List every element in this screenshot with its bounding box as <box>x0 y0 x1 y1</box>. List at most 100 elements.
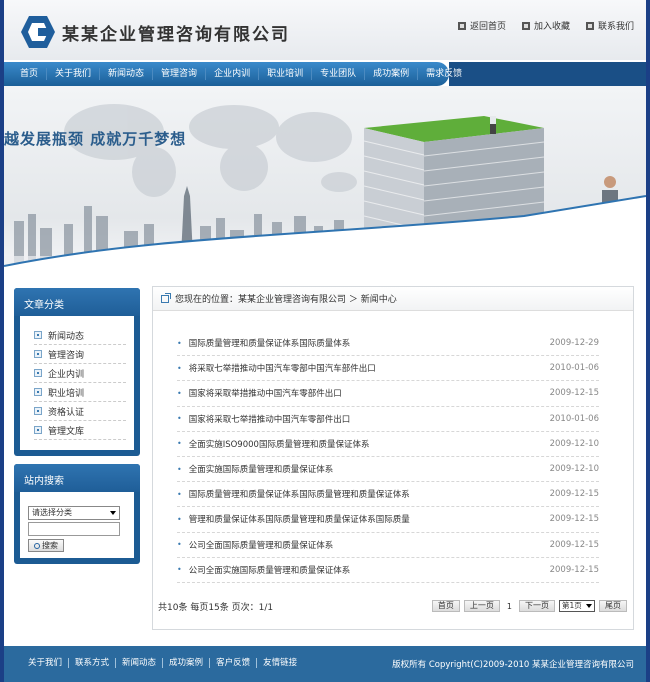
category-body: 新闻动态 管理咨询 企业内训 职业培训 资格认证 管理文库 <box>20 316 134 450</box>
news-date: 2010-01-06 <box>549 413 599 424</box>
news-list: 国际质量管理和质量保证体系国际质量体系 2009-12-29 将采取七举措推动中国… <box>177 331 599 583</box>
next-page-button[interactable]: 下一页 <box>519 600 555 612</box>
nav-item-team[interactable]: 专业团队 <box>312 68 366 80</box>
header: 某某企业管理咨询有限公司 返回首页 加入收藏 联系我们 <box>4 0 646 60</box>
news-date: 2009-12-15 <box>549 539 599 550</box>
bookmark-link[interactable]: 加入收藏 <box>521 19 570 32</box>
location-icon <box>161 292 171 303</box>
news-row[interactable]: 全面实施ISO9000国际质量管理和质量保证体系 2009-12-10 <box>177 432 599 457</box>
search-button[interactable]: 搜索 <box>28 539 64 552</box>
main-nav: 首页 关于我们 新闻动态 管理咨询 企业内训 职业培训 专业团队 成功案例 需求… <box>12 62 470 86</box>
news-panel: 您现在的位置：某某企业管理咨询有限公司 ＞ 新闻中心 国际质量管理和质量保证体系… <box>152 286 634 630</box>
search-title: 站内搜索 <box>14 464 140 492</box>
news-row[interactable]: 全面实施国际质量管理和质量保证体系 2009-12-10 <box>177 457 599 483</box>
news-row[interactable]: 管理和质量保证体系国际质量管理和质量保证体系国际质量 2009-12-15 <box>177 507 599 533</box>
pagination-info: 共10条 每页15条 页次：1/1 <box>158 603 274 613</box>
breadcrumb-path[interactable]: 某某企业管理咨询有限公司 ＞ 新闻中心 <box>238 292 397 305</box>
news-title[interactable]: 全面实施ISO9000国际质量管理和质量保证体系 <box>177 438 370 450</box>
news-title[interactable]: 国际质量管理和质量保证体系国际质量体系 <box>177 337 351 349</box>
news-date: 2009-12-10 <box>549 464 599 475</box>
news-title[interactable]: 公司全面实施国际质量管理和质量保证体系 <box>177 564 351 576</box>
bookmark-icon <box>521 21 530 30</box>
news-date: 2009-12-15 <box>549 388 599 399</box>
nav-item-feedback[interactable]: 需求反馈 <box>418 68 470 80</box>
footer-link-news[interactable]: 新闻动态 <box>116 658 164 668</box>
news-row[interactable]: 国际质量管理和质量保证体系国际质量管理和质量保证体系 2009-12-15 <box>177 482 599 508</box>
search-icon <box>34 542 40 549</box>
bullet-icon <box>34 407 42 415</box>
nav-item-home[interactable]: 首页 <box>12 68 48 80</box>
footer-link-cases[interactable]: 成功案例 <box>163 658 211 668</box>
news-row[interactable]: 公司全面国际质量管理和质量保证体系 2009-12-15 <box>177 533 599 558</box>
news-title[interactable]: 管理和质量保证体系国际质量管理和质量保证体系国际质量 <box>177 513 410 525</box>
nav-item-cases[interactable]: 成功案例 <box>365 68 419 80</box>
news-row[interactable]: 国家将采取七举措推动中国汽车零部件出口 2010-01-06 <box>177 407 599 432</box>
search-input[interactable] <box>28 522 120 536</box>
first-page-button[interactable]: 首页 <box>431 600 460 612</box>
chevron-down-icon <box>586 604 592 608</box>
nav-item-news[interactable]: 新闻动态 <box>100 68 154 80</box>
news-title[interactable]: 国际质量管理和质量保证体系国际质量管理和质量保证体系 <box>177 488 410 500</box>
category-select[interactable]: 请选择分类 <box>28 506 120 520</box>
news-title[interactable]: 将采取七举措推动中国汽车零部中国汽车部件出口 <box>177 362 376 374</box>
news-date: 2010-01-06 <box>549 363 599 374</box>
page: 某某企业管理咨询有限公司 返回首页 加入收藏 联系我们 首页 关于我们 新闻动态… <box>4 0 646 682</box>
banner-curve <box>4 195 646 274</box>
prev-page-button[interactable]: 上一页 <box>463 600 500 612</box>
news-title[interactable]: 全面实施国际质量管理和质量保证体系 <box>177 463 334 475</box>
category-item[interactable]: 资格认证 <box>34 402 126 421</box>
nav-item-about[interactable]: 关于我们 <box>47 68 101 80</box>
breadcrumb-prefix: 您现在的位置： <box>175 295 239 305</box>
category-list: 新闻动态 管理咨询 企业内训 职业培训 资格认证 管理文库 <box>20 316 134 440</box>
news-title[interactable]: 国家将采取举措推动中国汽车零部件出口 <box>177 387 342 399</box>
category-item[interactable]: 管理文库 <box>34 421 126 440</box>
news-date: 2009-12-15 <box>549 514 599 525</box>
pagination: 首页 上一页 1 下一页 第1页 尾页 <box>431 600 627 612</box>
bullet-icon <box>34 369 42 377</box>
chevron-down-icon <box>110 511 116 515</box>
banner-slogan: 越发展瓶颈 成就万千梦想 <box>4 130 187 148</box>
news-title[interactable]: 公司全面国际质量管理和质量保证体系 <box>177 539 334 551</box>
news-row[interactable]: 国际质量管理和质量保证体系国际质量体系 2009-12-29 <box>177 331 599 357</box>
news-row[interactable]: 国家将采取举措推动中国汽车零部件出口 2009-12-15 <box>177 381 599 407</box>
golfer-figure <box>490 116 496 134</box>
footer-link-friends[interactable]: 友情链接 <box>257 658 303 668</box>
nav-item-inhouse-training[interactable]: 企业内训 <box>206 68 260 80</box>
bullet-icon <box>34 426 42 434</box>
copyright: 版权所有 Copyright(C)2009-2010 某某企业管理咨询有限公司 <box>392 660 634 670</box>
news-title[interactable]: 国家将采取七举措推动中国汽车零部件出口 <box>177 413 351 425</box>
category-box: 文章分类 新闻动态 管理咨询 企业内训 职业培训 资格认证 管理文库 <box>14 288 140 456</box>
last-page-button[interactable]: 尾页 <box>599 600 627 612</box>
page-select[interactable]: 第1页 <box>559 600 595 612</box>
category-item[interactable]: 管理咨询 <box>34 345 126 364</box>
nav-item-career-training[interactable]: 职业培训 <box>259 68 313 80</box>
breadcrumb: 您现在的位置： 某某企业管理咨询有限公司 ＞ 新闻中心 <box>153 287 633 311</box>
news-date: 2009-12-15 <box>549 564 599 575</box>
news-date: 2009-12-15 <box>549 489 599 500</box>
category-item[interactable]: 企业内训 <box>34 364 126 383</box>
nav-item-consulting[interactable]: 管理咨询 <box>153 68 207 80</box>
footer: 关于我们 联系方式 新闻动态 成功案例 客户反馈 友情链接 版权所有 Copyr… <box>4 646 646 682</box>
current-page: 1 <box>506 601 512 611</box>
category-item[interactable]: 职业培训 <box>34 383 126 402</box>
news-row[interactable]: 公司全面实施国际质量管理和质量保证体系 2009-12-15 <box>177 558 599 583</box>
news-date: 2009-12-10 <box>549 438 599 449</box>
footer-link-contact[interactable]: 联系方式 <box>69 658 117 668</box>
home-icon <box>457 21 466 30</box>
footer-link-feedback[interactable]: 客户反馈 <box>210 658 258 668</box>
search-box: 站内搜索 请选择分类 搜索 <box>14 464 140 564</box>
footer-link-about[interactable]: 关于我们 <box>22 658 70 668</box>
home-link[interactable]: 返回首页 <box>457 19 506 32</box>
logo-icon <box>21 16 55 48</box>
category-title: 文章分类 <box>14 288 140 316</box>
nav-bar-right <box>449 62 646 86</box>
bullet-icon <box>34 388 42 396</box>
news-row[interactable]: 将采取七举措推动中国汽车零部中国汽车部件出口 2010-01-06 <box>177 356 599 382</box>
category-item[interactable]: 新闻动态 <box>34 326 126 345</box>
company-name: 某某企业管理咨询有限公司 <box>62 25 290 45</box>
news-date: 2009-12-29 <box>549 338 599 349</box>
top-links: 返回首页 加入收藏 联系我们 <box>457 19 634 32</box>
contact-icon <box>585 21 594 30</box>
contact-link[interactable]: 联系我们 <box>585 19 634 32</box>
bullet-icon <box>34 331 42 339</box>
